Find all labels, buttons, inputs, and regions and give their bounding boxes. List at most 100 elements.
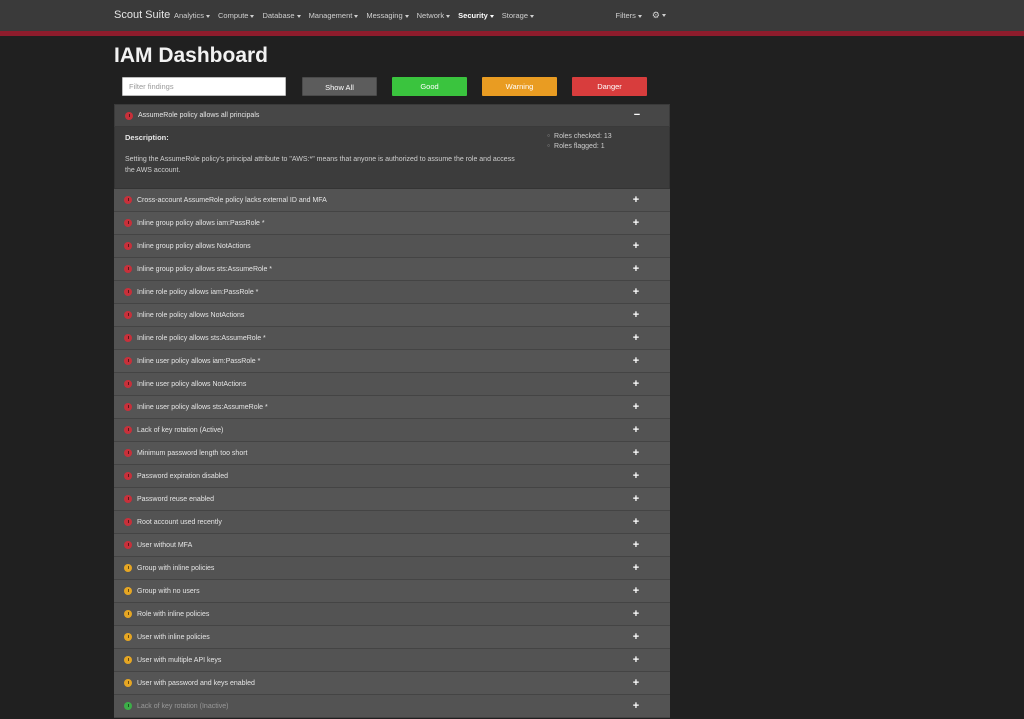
finding-title: Cross-account AssumeRole policy lacks ex… [137, 197, 327, 204]
expand-icon[interactable]: + [630, 626, 642, 649]
chevron-down-icon [637, 14, 642, 18]
finding-title: Inline group policy allows NotActions [137, 243, 251, 250]
expand-icon[interactable]: + [630, 304, 642, 327]
expand-icon[interactable]: + [630, 672, 642, 695]
collapse-icon[interactable]: − [631, 105, 643, 126]
nav-analytics-dropdown[interactable]: Analytics [174, 11, 211, 20]
finding-row[interactable]: Group with no users + [114, 580, 670, 603]
expand-icon[interactable]: + [630, 212, 642, 235]
finding-row[interactable]: Inline group policy allows NotActions + [114, 235, 670, 258]
chevron-down-icon [250, 14, 255, 18]
good-filter-button[interactable]: Good [392, 77, 467, 96]
finding-row[interactable]: User with password and keys enabled + [114, 672, 670, 695]
warning-status-icon [124, 610, 132, 618]
brand-link[interactable]: Scout Suite [114, 0, 170, 31]
expand-icon[interactable]: + [630, 557, 642, 580]
expand-icon[interactable]: + [630, 649, 642, 672]
finding-row[interactable]: Inline role policy allows sts:AssumeRole… [114, 327, 670, 350]
nav-compute-dropdown[interactable]: Compute [218, 11, 255, 20]
filter-findings-input[interactable] [122, 77, 286, 96]
finding-title: Inline user policy allows sts:AssumeRole… [137, 404, 268, 411]
top-navbar: Scout Suite Analytics Compute Database Mana… [0, 0, 1024, 31]
danger-status-icon [124, 334, 132, 342]
finding-row[interactable]: Lack of key rotation (Active) + [114, 419, 670, 442]
finding-row[interactable]: Password expiration disabled + [114, 465, 670, 488]
expand-icon[interactable]: + [630, 603, 642, 626]
warning-status-icon [124, 587, 132, 595]
nav-item-label: Network [416, 11, 445, 20]
warning-status-icon [124, 679, 132, 687]
nav-network-dropdown[interactable]: Network [417, 11, 451, 20]
nav-database-dropdown[interactable]: Database [262, 11, 301, 20]
finding-row[interactable]: Role with inline policies + [114, 603, 670, 626]
expand-icon[interactable]: + [630, 373, 642, 396]
warning-status-icon [124, 564, 132, 572]
danger-status-icon [124, 219, 132, 227]
finding-row[interactable]: Cross-account AssumeRole policy lacks ex… [114, 189, 670, 212]
expand-icon[interactable]: + [630, 695, 642, 718]
expand-icon[interactable]: + [630, 511, 642, 534]
description-text: Setting the AssumeRole policy's principa… [125, 156, 515, 174]
finding-title: User with password and keys enabled [137, 680, 255, 687]
filters-dropdown[interactable]: Filters [616, 11, 642, 20]
finding-details: Description: Setting the AssumeRole poli… [114, 127, 670, 189]
finding-title: Inline user policy allows iam:PassRole * [137, 358, 261, 365]
expand-icon[interactable]: + [630, 488, 642, 511]
expand-icon[interactable]: + [630, 419, 642, 442]
nav-item-label: Analytics [174, 11, 205, 20]
danger-filter-button[interactable]: Danger [572, 77, 647, 96]
finding-row[interactable]: Inline role policy allows iam:PassRole *… [114, 281, 670, 304]
nav-right: Filters ⚙ [616, 0, 666, 31]
chevron-down-icon [530, 14, 535, 18]
finding-title: Root account used recently [137, 519, 222, 526]
expand-icon[interactable]: + [630, 258, 642, 281]
nav-messaging-dropdown[interactable]: Messaging [366, 11, 409, 20]
expand-icon[interactable]: + [630, 534, 642, 557]
chevron-down-icon [354, 14, 359, 18]
expand-icon[interactable]: + [630, 580, 642, 603]
expand-icon[interactable]: + [630, 442, 642, 465]
finding-title: Inline group policy allows sts:AssumeRol… [137, 266, 273, 273]
finding-row[interactable]: Root account used recently + [114, 511, 670, 534]
finding-stats: Roles checked: 13 Roles flagged: 1 [547, 133, 612, 153]
chevron-down-icon [206, 14, 211, 18]
finding-row[interactable]: Inline group policy allows sts:AssumeRol… [114, 258, 670, 281]
finding-row[interactable]: User with multiple API keys + [114, 649, 670, 672]
finding-row[interactable]: User without MFA + [114, 534, 670, 557]
danger-status-icon [124, 403, 132, 411]
danger-status-icon [124, 357, 132, 365]
finding-row[interactable]: Inline group policy allows iam:PassRole … [114, 212, 670, 235]
danger-status-icon [124, 449, 132, 457]
finding-row[interactable]: Inline role policy allows NotActions + [114, 304, 670, 327]
show-all-button[interactable]: Show All [302, 77, 377, 96]
expand-icon[interactable]: + [630, 396, 642, 419]
warning-filter-button[interactable]: Warning [482, 77, 557, 96]
finding-row[interactable]: Lack of key rotation (Inactive) + [114, 695, 670, 718]
page-title: IAM Dashboard [114, 44, 269, 67]
expanded-finding-header[interactable]: AssumeRole policy allows all principals … [114, 104, 670, 127]
gear-icon[interactable]: ⚙ [652, 10, 666, 21]
nav-security-dropdown[interactable]: Security [458, 11, 494, 20]
finding-row[interactable]: Inline user policy allows iam:PassRole *… [114, 350, 670, 373]
expand-icon[interactable]: + [630, 281, 642, 304]
finding-row[interactable]: Inline user policy allows NotActions + [114, 373, 670, 396]
expand-icon[interactable]: + [630, 327, 642, 350]
finding-title: Lack of key rotation (Inactive) [137, 703, 229, 710]
expand-icon[interactable]: + [630, 350, 642, 373]
finding-row[interactable]: User with inline policies + [114, 626, 670, 649]
nav-item-label: Security [458, 11, 488, 20]
expand-icon[interactable]: + [630, 465, 642, 488]
finding-row[interactable]: Group with inline policies + [114, 557, 670, 580]
expand-icon[interactable]: + [630, 235, 642, 258]
finding-row[interactable]: Inline user policy allows sts:AssumeRole… [114, 396, 670, 419]
finding-row[interactable]: Minimum password length too short + [114, 442, 670, 465]
finding-title: Password reuse enabled [137, 496, 215, 503]
finding-title: Role with inline policies [137, 611, 210, 618]
nav-management-dropdown[interactable]: Management [309, 11, 359, 20]
chevron-down-icon [489, 14, 494, 18]
nav-item-label: Database [262, 11, 295, 20]
nav-storage-dropdown[interactable]: Storage [502, 11, 535, 20]
expand-icon[interactable]: + [630, 189, 642, 212]
finding-row[interactable]: Password reuse enabled + [114, 488, 670, 511]
warning-status-icon [124, 633, 132, 641]
